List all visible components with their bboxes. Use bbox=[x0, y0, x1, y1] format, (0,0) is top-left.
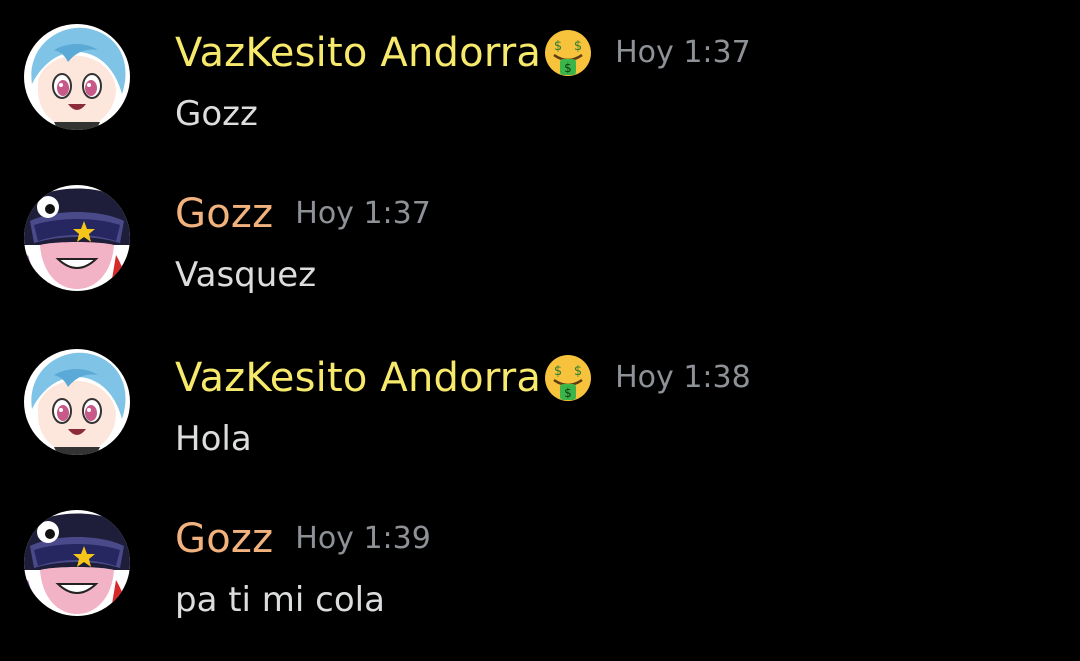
message-item: Gozz Hoy 1:39 pa ti mi cola bbox=[0, 510, 1080, 660]
svg-text:$: $ bbox=[574, 39, 582, 54]
username[interactable]: VazKesito Andorra bbox=[175, 28, 541, 78]
svg-text:$: $ bbox=[554, 39, 562, 54]
avatar-vazkesito[interactable] bbox=[24, 24, 130, 130]
avatar-gozz[interactable] bbox=[24, 510, 130, 616]
timestamp: Hoy 1:37 bbox=[295, 196, 431, 231]
timestamp: Hoy 1:37 bbox=[615, 35, 751, 70]
username[interactable]: Gozz bbox=[175, 189, 273, 239]
message-text: Gozz bbox=[175, 94, 258, 134]
chat-message-list: VazKesito Andorra $ $ $ Hoy 1:37 Gozz Go… bbox=[0, 0, 1080, 661]
avatar-gozz[interactable] bbox=[24, 185, 130, 291]
message-text: Vasquez bbox=[175, 255, 317, 295]
message-header: VazKesito Andorra $ $ $ Hoy 1:37 bbox=[175, 28, 751, 78]
message-header: Gozz Hoy 1:37 bbox=[175, 189, 431, 239]
message-text: Hola bbox=[175, 419, 252, 459]
message-header: VazKesito Andorra $ $ $ Hoy 1:38 bbox=[175, 353, 751, 403]
svg-text:$: $ bbox=[564, 386, 572, 400]
message-item: VazKesito Andorra $ $ $ Hoy 1:38 Hola bbox=[0, 349, 1080, 499]
username[interactable]: Gozz bbox=[175, 514, 273, 564]
message-item: VazKesito Andorra $ $ $ Hoy 1:37 Gozz bbox=[0, 24, 1080, 174]
svg-text:$: $ bbox=[554, 364, 562, 379]
svg-text:$: $ bbox=[564, 61, 572, 75]
message-text: pa ti mi cola bbox=[175, 580, 385, 620]
message-header: Gozz Hoy 1:39 bbox=[175, 514, 431, 564]
money-mouth-face-icon: $ $ $ bbox=[543, 353, 593, 403]
timestamp: Hoy 1:38 bbox=[615, 360, 751, 395]
username[interactable]: VazKesito Andorra bbox=[175, 353, 541, 403]
svg-text:$: $ bbox=[574, 364, 582, 379]
money-mouth-face-icon: $ $ $ bbox=[543, 28, 593, 78]
timestamp: Hoy 1:39 bbox=[295, 521, 431, 556]
avatar-vazkesito[interactable] bbox=[24, 349, 130, 455]
message-item: Gozz Hoy 1:37 Vasquez bbox=[0, 185, 1080, 335]
